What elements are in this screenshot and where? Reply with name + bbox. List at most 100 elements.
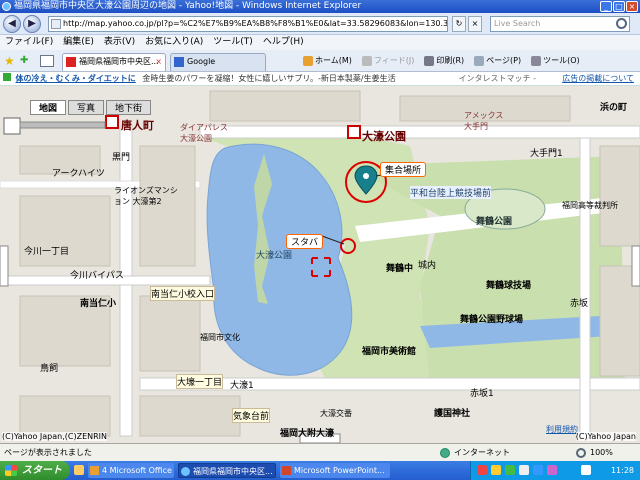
road-main-north [199, 125, 640, 139]
page-label: ページ(P) [486, 56, 522, 65]
volume-icon[interactable] [581, 465, 591, 475]
map-tab-map[interactable]: 地図 [30, 100, 67, 115]
page-button[interactable]: ページ(P) [471, 54, 524, 68]
taskbar-item-powerpoint[interactable]: Microsoft PowerPoint... [280, 463, 390, 478]
map-view[interactable]: 地図 写真 地下街 大濠公園 唐人町 集合場所 スタバ 大濠公園 舞鶴公園 平和… [0, 86, 640, 443]
label-otemon: 大手門1 [530, 149, 563, 159]
home-button[interactable]: ホーム(M) [300, 54, 355, 68]
label-ohori-1: 大濠1 [230, 381, 254, 391]
zoom-icon[interactable] [576, 448, 586, 458]
label-meeting-point: 集合場所 [380, 162, 427, 177]
ie-icon [181, 467, 190, 476]
tray-icon-1[interactable] [477, 465, 487, 475]
taskbar: スタート 4 Microsoft Office ... 福岡県福岡市中央区...… [0, 461, 640, 480]
label-starbucks: スタバ [286, 234, 324, 249]
page-icon [51, 19, 61, 29]
status-bar: ページが表示されました インターネット 100% [0, 443, 640, 461]
minimize-button[interactable]: _ [600, 1, 612, 12]
copyright-left: (C)Yahoo Japan,(C)ZENRIN [2, 432, 108, 441]
tray-icon-3[interactable] [505, 465, 515, 475]
close-window-button[interactable]: × [626, 1, 638, 12]
label-imagawa-1: 今川一丁目 [24, 247, 70, 257]
label-torikai: 鳥飼 [40, 364, 59, 374]
label-ohori-station: 大濠公園 [362, 130, 406, 143]
tab-yahoo-map[interactable]: 福岡県福岡市中央区... × [62, 53, 166, 71]
home-label: ホーム(M) [315, 56, 352, 65]
stop-button[interactable]: × [468, 16, 482, 32]
zoom-slider[interactable] [19, 121, 106, 129]
status-text: ページが表示されました [4, 448, 92, 457]
label-museum: 福岡市美術館 [362, 347, 417, 357]
tray-icon-4[interactable] [519, 465, 529, 475]
label-hamanomachi: 浜の町 [600, 103, 628, 113]
label-diapalace: ダイアパレス 大濠公園 [180, 123, 228, 143]
start-label: スタート [22, 465, 62, 476]
page-menu-icon [474, 56, 485, 66]
tools-button[interactable]: ツール(O) [528, 54, 583, 68]
zone-text: インターネット [454, 448, 510, 457]
internet-zone-icon [440, 448, 450, 458]
search-icon[interactable] [616, 18, 627, 29]
search-placeholder: Live Search [494, 19, 541, 28]
start-button[interactable]: スタート [0, 461, 70, 480]
address-bar[interactable]: http://map.yahoo.co.jp/pl?p=%C2%E7%B9%EA… [48, 16, 448, 32]
search-input[interactable]: Live Search [490, 16, 630, 32]
terms-link[interactable]: 利用規約 [546, 424, 578, 435]
ad-link[interactable]: 体の冷え・むくみ・ダイエットに [16, 74, 136, 83]
quicklaunch-icon[interactable] [74, 465, 84, 475]
tray-icon-5[interactable] [533, 465, 543, 475]
tab-label: 福岡県福岡市中央区... [79, 57, 159, 66]
menu-file[interactable]: ファイル(F) [5, 35, 53, 50]
print-icon [424, 56, 435, 66]
label-maizuru-park: 舞鶴公園 [476, 217, 513, 227]
label-minami-tojin: 南当仁小 [80, 299, 117, 309]
label-bunka: 福岡市文化 [200, 333, 240, 342]
pan-right-arrow[interactable] [631, 245, 640, 287]
menu-tools[interactable]: ツール(T) [213, 35, 253, 50]
label-gokoku: 護国神社 [434, 409, 471, 419]
label-ohori-school: 福岡大附大濠 [280, 429, 335, 439]
label-kishodai: 気象台前 [232, 408, 271, 423]
print-button[interactable]: 印刷(R) [421, 54, 467, 68]
maximize-button[interactable]: □ [613, 1, 625, 12]
ad-icon [3, 73, 11, 81]
zoom-level[interactable]: 100% [590, 444, 613, 461]
ad-source: インタレストマッチ - [458, 74, 536, 83]
tab-google[interactable]: Google [170, 53, 266, 71]
back-button[interactable]: ◀ [3, 15, 21, 33]
feed-button[interactable]: フィード(J) [359, 54, 417, 68]
taskbar-item-office[interactable]: 4 Microsoft Office ... [88, 463, 174, 478]
road-east [579, 137, 591, 439]
map-canvas[interactable] [0, 86, 640, 443]
taskbar-item-ie[interactable]: 福岡県福岡市中央区... [178, 463, 276, 478]
favorites-star-icon[interactable]: ★ [4, 54, 15, 68]
menu-edit[interactable]: 編集(E) [63, 35, 94, 50]
refresh-button[interactable]: ↻ [452, 16, 466, 32]
gear-icon [531, 56, 542, 66]
powerpoint-icon [282, 466, 291, 475]
pan-control[interactable] [3, 117, 21, 135]
forward-button[interactable]: ▶ [23, 15, 41, 33]
add-favorite-icon[interactable]: ✚ [20, 55, 28, 66]
taskbar-label: 福岡県福岡市中央区... [193, 467, 273, 476]
ad-info-link[interactable]: 広告の掲載について [562, 72, 634, 85]
taskbar-label: 4 Microsoft Office ... [102, 466, 174, 475]
label-kozan: 城内 [418, 261, 437, 271]
address-row: ◀ ▶ http://map.yahoo.co.jp/pl?p=%C2%E7%B… [0, 13, 640, 35]
windows-logo-icon [5, 465, 17, 476]
map-tab-photo[interactable]: 写真 [68, 100, 105, 115]
tray-icon-6[interactable] [547, 465, 557, 475]
pan-left-arrow[interactable] [0, 245, 9, 287]
menu-favorites[interactable]: お気に入り(A) [145, 35, 203, 50]
subway-ohori-icon [347, 125, 361, 139]
google-favicon [174, 57, 184, 67]
close-tab-button[interactable]: × [155, 54, 162, 70]
menu-view[interactable]: 表示(V) [104, 35, 135, 50]
quick-tabs-icon[interactable] [40, 55, 54, 67]
home-icon [303, 56, 313, 66]
label-court: 福岡高等裁判所 [562, 201, 618, 210]
tray-icon-2[interactable] [491, 465, 501, 475]
label-pond: 大濠公園 [256, 251, 293, 261]
map-tab-underground[interactable]: 地下街 [106, 100, 152, 115]
menu-help[interactable]: ヘルプ(H) [263, 35, 304, 50]
